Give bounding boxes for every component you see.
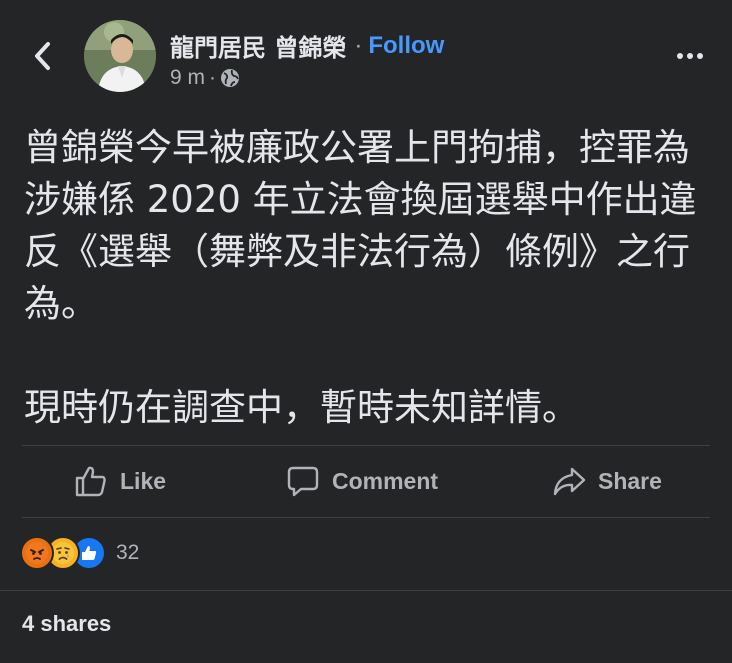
- post-paragraph: 現時仍在調查中，暫時未知詳情。: [24, 386, 579, 429]
- share-icon: [553, 467, 586, 496]
- post-paragraph: 曾錦榮今早被廉政公署上門拘捕，控罪為涉嫌係 2020 年立法會換屆選舉中作出違反…: [24, 126, 697, 325]
- author-row: 龍門居民 曾錦榮 · Follow: [170, 28, 444, 63]
- author-name[interactable]: 龍門居民 曾錦榮: [170, 28, 346, 63]
- more-dot: [697, 53, 703, 59]
- more-horizontal-icon: [677, 53, 683, 59]
- shares-count[interactable]: 4 shares: [22, 611, 111, 637]
- follow-button[interactable]: Follow: [368, 32, 444, 60]
- avatar[interactable]: [84, 20, 156, 92]
- back-button[interactable]: [24, 38, 60, 74]
- action-bar: Like Comment Share: [0, 446, 732, 516]
- avatar-image: [84, 20, 156, 92]
- post-header: 龍門居民 曾錦榮 · Follow 9 m ·: [0, 0, 732, 110]
- like-label: Like: [120, 467, 167, 494]
- meta-separator: ·: [209, 66, 217, 89]
- thumbs-up-icon: [75, 466, 106, 497]
- separator-dot: ·: [354, 31, 363, 59]
- post-time[interactable]: 9 m: [170, 66, 205, 90]
- reactions-summary[interactable]: 32: [20, 536, 139, 570]
- chevron-left-icon: [35, 42, 50, 70]
- angry-reaction-icon: [20, 536, 54, 570]
- share-label: Share: [598, 467, 662, 494]
- share-button[interactable]: Share: [552, 446, 662, 516]
- comment-label: Comment: [332, 467, 439, 494]
- reaction-count: 32: [116, 541, 140, 564]
- divider: [22, 517, 710, 518]
- like-button[interactable]: Like: [74, 446, 166, 516]
- post-meta: 9 m ·: [170, 66, 240, 90]
- comment-button[interactable]: Comment: [286, 446, 438, 516]
- post-body: 曾錦榮今早被廉政公署上門拘捕，控罪為涉嫌係 2020 年立法會換屆選舉中作出違反…: [24, 122, 714, 434]
- more-dot: [687, 53, 693, 59]
- post-footer: 4 shares: [0, 590, 732, 663]
- globe-icon: [221, 69, 240, 87]
- comment-icon: [287, 466, 319, 497]
- more-options-button[interactable]: [668, 44, 712, 68]
